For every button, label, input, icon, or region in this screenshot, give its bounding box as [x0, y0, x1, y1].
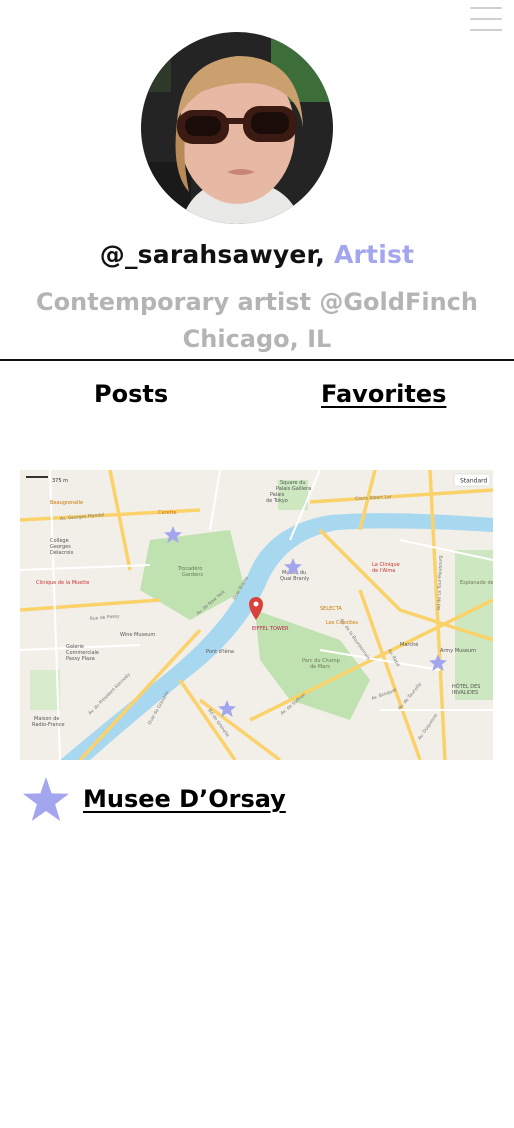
- svg-text:Clinique de la Muette: Clinique de la Muette: [36, 580, 89, 586]
- favorite-star-icon: [23, 777, 69, 821]
- profile-handle-line: @_sarahsawyer, Artist: [0, 240, 514, 269]
- profile-handle: @_sarahsawyer,: [99, 240, 326, 269]
- svg-text:Quai Branly: Quai Branly: [280, 576, 309, 582]
- map-view[interactable]: Trocadéro Gardens Parc du Champ de Mars …: [20, 470, 493, 760]
- profile-photo: [141, 32, 333, 224]
- svg-text:Beaugrenelle: Beaugrenelle: [50, 500, 83, 506]
- svg-text:de l'Alma: de l'Alma: [372, 568, 395, 574]
- svg-text:INVALIDES: INVALIDES: [452, 690, 478, 696]
- favorite-place-link[interactable]: Musee D’Orsay: [83, 785, 286, 813]
- profile-role: Artist: [333, 240, 415, 269]
- tab-favorites[interactable]: Favorites: [321, 380, 446, 408]
- svg-text:Wine Museum: Wine Museum: [120, 632, 155, 638]
- avatar: [141, 32, 333, 224]
- svg-text:Pont d'Iéna: Pont d'Iéna: [206, 648, 234, 655]
- section-divider: [0, 359, 514, 361]
- svg-text:EIFFEL TOWER: EIFFEL TOWER: [252, 626, 289, 632]
- svg-text:Trocadéro: Trocadéro: [177, 565, 202, 572]
- svg-text:Gardens: Gardens: [182, 572, 203, 578]
- svg-text:Delacroix: Delacroix: [50, 550, 74, 556]
- svg-text:Army Museum: Army Museum: [440, 648, 476, 654]
- svg-text:Marché: Marché: [400, 641, 418, 648]
- svg-text:Collège: Collège: [50, 537, 69, 544]
- svg-text:SELECTA: SELECTA: [320, 606, 342, 612]
- svg-text:Radio-France: Radio-France: [32, 722, 65, 728]
- map-view-mode-button[interactable]: Standard: [453, 473, 491, 487]
- profile-bio: Contemporary artist @GoldFinch: [36, 288, 478, 316]
- profile-location: Chicago, IL: [182, 325, 332, 353]
- hamburger-menu-icon[interactable]: [470, 7, 502, 31]
- svg-text:HÔTEL DES: HÔTEL DES: [452, 683, 480, 690]
- profile-bio-block: Contemporary artist @GoldFinch Chicago, …: [0, 284, 514, 358]
- svg-text:Passy Plaza: Passy Plaza: [66, 656, 95, 662]
- svg-text:Carette: Carette: [158, 510, 177, 516]
- map-scale-label: 375 m: [52, 478, 68, 484]
- tab-posts[interactable]: Posts: [94, 380, 168, 408]
- svg-text:Palais Galliera: Palais Galliera: [276, 486, 311, 492]
- svg-text:de Tokyo: de Tokyo: [266, 498, 288, 504]
- map-view-mode-label: Standard: [460, 478, 487, 485]
- svg-text:Esplanade des: Esplanade des: [460, 580, 493, 586]
- svg-text:de Mars: de Mars: [310, 664, 330, 670]
